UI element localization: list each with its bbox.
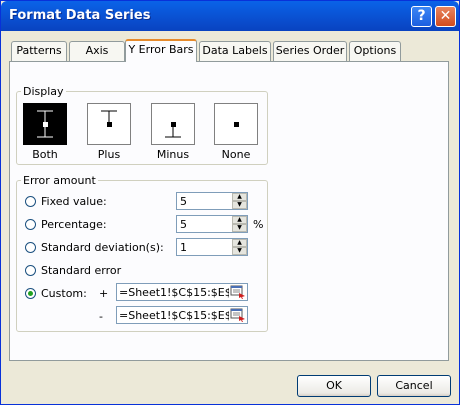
close-button[interactable]: ✕ bbox=[435, 6, 456, 27]
tab-data-labels[interactable]: Data Labels bbox=[199, 41, 271, 61]
help-icon: ? bbox=[417, 8, 426, 24]
tab-y-error-bars[interactable]: Y Error Bars bbox=[125, 39, 197, 62]
display-group: Display Both Plus Minus None bbox=[16, 85, 268, 165]
both-error-bar-icon bbox=[37, 110, 53, 138]
collapse-dialog-icon[interactable] bbox=[230, 285, 246, 299]
display-minus-option[interactable] bbox=[151, 103, 195, 145]
ok-button[interactable]: OK bbox=[297, 375, 371, 397]
error-amount-group-label: Error amount bbox=[21, 174, 98, 187]
std-dev-label: Standard deviation(s): bbox=[41, 241, 164, 254]
fixed-value-spin-down-icon[interactable]: ▼ bbox=[232, 201, 247, 209]
std-dev-spin-down-icon[interactable]: ▼ bbox=[232, 247, 247, 255]
fixed-value-spin-buttons: ▲ ▼ bbox=[232, 193, 247, 209]
std-error-label: Standard error bbox=[41, 264, 122, 277]
display-minus-label: Minus bbox=[156, 148, 190, 161]
custom-radio[interactable] bbox=[25, 288, 36, 299]
display-both-label: Both bbox=[32, 148, 58, 161]
tab-series-order[interactable]: Series Order bbox=[273, 41, 347, 61]
format-data-series-dialog: Format Data Series ? ✕ Patterns Axis Y E… bbox=[0, 0, 460, 405]
custom-plus-field[interactable]: =Sheet1!$C$15:$E$15 bbox=[116, 283, 248, 301]
percentage-spin-up-icon[interactable]: ▲ bbox=[232, 216, 247, 224]
percentage-label: Percentage: bbox=[41, 218, 107, 231]
percentage-spin-buttons: ▲ ▼ bbox=[232, 216, 247, 232]
custom-minus-sign: - bbox=[99, 310, 103, 323]
percentage-value[interactable]: 5 bbox=[180, 218, 187, 231]
percentage-unit: % bbox=[253, 218, 264, 231]
fixed-value-label: Fixed value: bbox=[41, 195, 107, 208]
plus-error-bar-icon bbox=[101, 110, 117, 127]
fixed-value-spinner[interactable]: 5 ▲ ▼ bbox=[176, 192, 248, 210]
display-plus-option[interactable] bbox=[87, 103, 131, 145]
minus-error-bar-icon bbox=[165, 122, 181, 138]
tab-options[interactable]: Options bbox=[349, 41, 401, 61]
tab-patterns[interactable]: Patterns bbox=[11, 41, 67, 61]
display-both-option[interactable] bbox=[23, 103, 67, 145]
custom-label: Custom: bbox=[41, 287, 87, 300]
dialog-title: Format Data Series bbox=[9, 8, 151, 23]
collapse-dialog-icon[interactable] bbox=[230, 308, 246, 322]
error-amount-group: Error amount Fixed value: 5 ▲ ▼ Percenta… bbox=[16, 174, 268, 332]
close-icon: ✕ bbox=[439, 8, 452, 24]
title-bar[interactable]: Format Data Series ? ✕ bbox=[1, 1, 459, 31]
custom-minus-value[interactable]: =Sheet1!$C$15:$E$15 bbox=[119, 309, 229, 322]
custom-plus-value[interactable]: =Sheet1!$C$15:$E$15 bbox=[119, 286, 229, 299]
display-plus-label: Plus bbox=[97, 148, 121, 161]
tab-strip: Patterns Axis Y Error Bars Data Labels S… bbox=[9, 39, 449, 62]
fixed-value-value[interactable]: 5 bbox=[180, 195, 187, 208]
custom-minus-field[interactable]: =Sheet1!$C$15:$E$15 bbox=[116, 306, 248, 324]
display-none-option[interactable] bbox=[214, 103, 258, 145]
percentage-radio[interactable] bbox=[25, 219, 36, 230]
std-dev-value[interactable]: 1 bbox=[180, 241, 187, 254]
tab-axis[interactable]: Axis bbox=[69, 41, 125, 61]
cancel-button[interactable]: Cancel bbox=[377, 375, 451, 397]
fixed-value-spin-up-icon[interactable]: ▲ bbox=[232, 193, 247, 201]
percentage-spinner[interactable]: 5 ▲ ▼ bbox=[176, 215, 248, 233]
none-error-bar-icon bbox=[234, 122, 239, 127]
percentage-spin-down-icon[interactable]: ▼ bbox=[232, 224, 247, 232]
help-button[interactable]: ? bbox=[411, 6, 432, 27]
display-none-label: None bbox=[221, 148, 251, 161]
std-dev-radio[interactable] bbox=[25, 242, 36, 253]
fixed-value-radio[interactable] bbox=[25, 196, 36, 207]
std-dev-spinner[interactable]: 1 ▲ ▼ bbox=[176, 238, 248, 256]
custom-plus-sign: + bbox=[99, 287, 109, 300]
std-dev-spin-buttons: ▲ ▼ bbox=[232, 239, 247, 255]
tab-panel: Display Both Plus Minus None Error amoun… bbox=[9, 61, 449, 361]
display-group-label: Display bbox=[21, 85, 66, 98]
std-error-radio[interactable] bbox=[25, 265, 36, 276]
std-dev-spin-up-icon[interactable]: ▲ bbox=[232, 239, 247, 247]
